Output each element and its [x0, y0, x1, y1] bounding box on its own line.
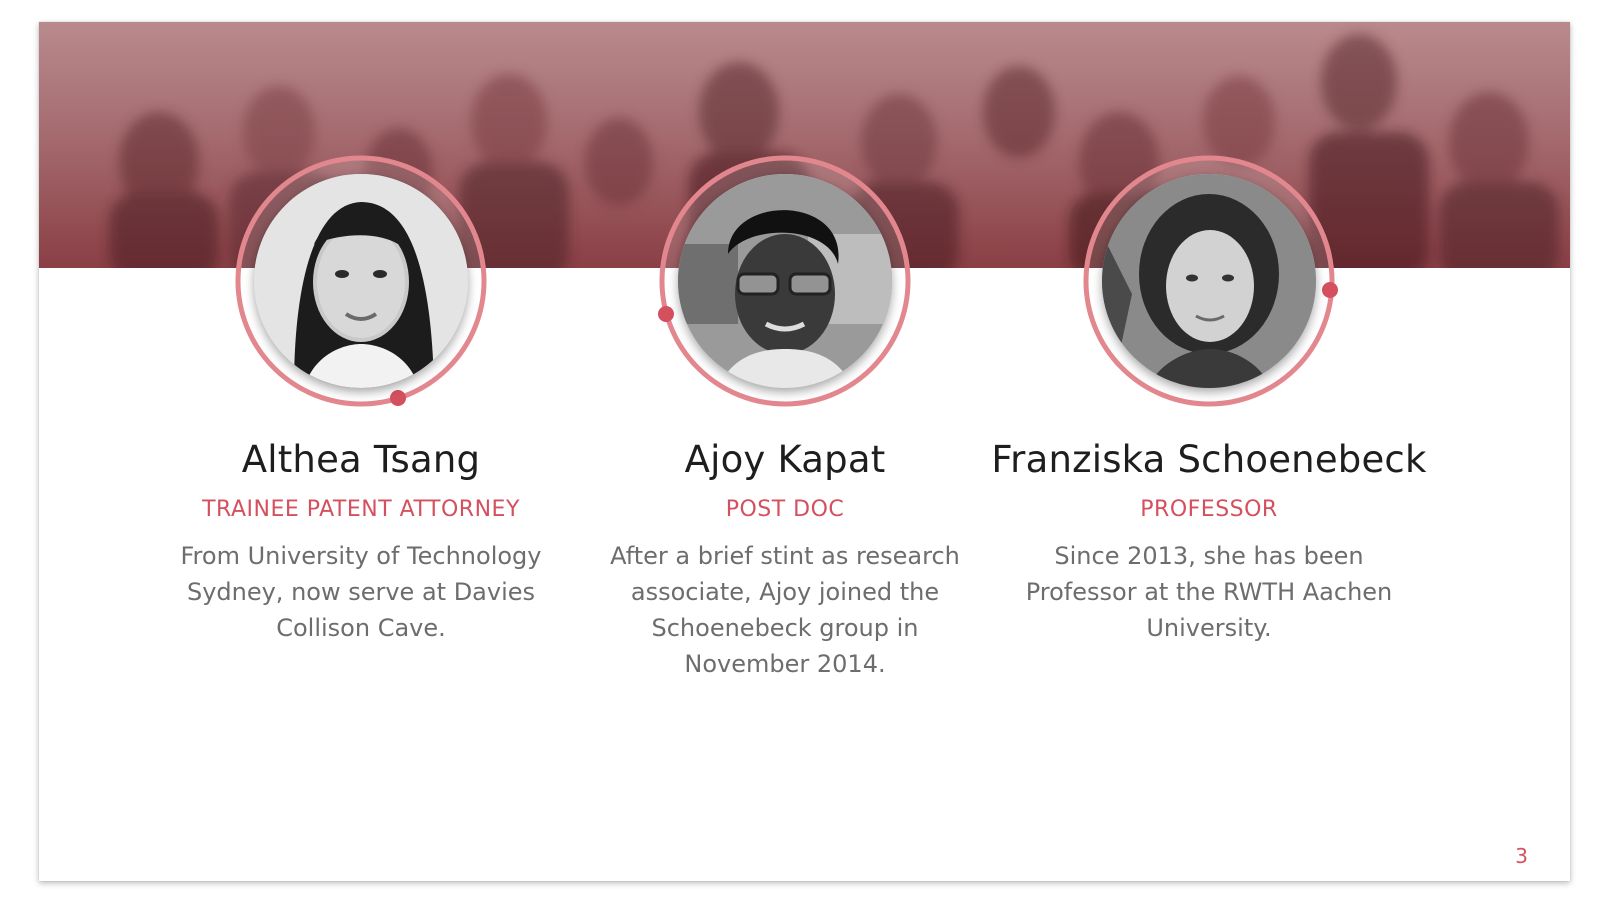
- portrait-photo: [678, 174, 892, 388]
- avatar: [1102, 174, 1316, 388]
- page-number: 3: [1515, 844, 1528, 868]
- member-role: POST DOC: [725, 497, 845, 522]
- member-name: Franziska Schoenebeck: [991, 438, 1427, 481]
- portrait-photo: [254, 174, 468, 388]
- team-member-card: Franziska Schoenebeck PROFESSOR Since 20…: [969, 152, 1449, 646]
- member-bio: From University of Technology Sydney, no…: [180, 542, 542, 642]
- member-name: Ajoy Kapat: [684, 438, 886, 481]
- member-name: Althea Tsang: [241, 438, 481, 481]
- member-role: PROFESSOR: [1140, 497, 1278, 522]
- member-role: TRAINEE PATENT ATTORNEY: [202, 497, 520, 522]
- portrait-photo: [1102, 174, 1316, 388]
- member-bio: After a brief stint as research associat…: [610, 542, 960, 678]
- team-member-card: Althea Tsang TRAINEE PATENT ATTORNEY Fro…: [121, 152, 601, 646]
- avatar: [254, 174, 468, 388]
- avatar: [678, 174, 892, 388]
- avatar-frame: [232, 152, 490, 410]
- member-bio: Since 2013, she has been Professor at th…: [1025, 542, 1393, 642]
- avatar-frame: [1080, 152, 1338, 410]
- slide: Althea Tsang TRAINEE PATENT ATTORNEY Fro…: [39, 22, 1570, 881]
- team-member-card: Ajoy Kapat POST DOC After a brief stint …: [545, 152, 1025, 682]
- avatar-frame: [656, 152, 914, 410]
